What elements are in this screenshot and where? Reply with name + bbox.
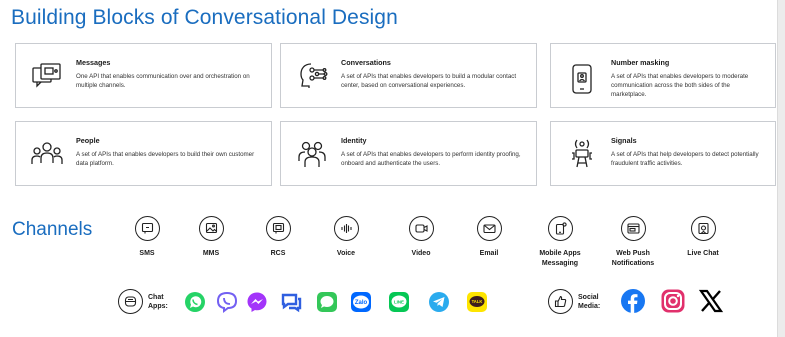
channel-video[interactable]: Video	[386, 216, 456, 259]
zalo-icon[interactable]: Zalo	[350, 291, 372, 313]
channel-voice[interactable]: Voice	[311, 216, 381, 259]
network-head-icon	[295, 59, 329, 93]
social-media-icon	[548, 289, 573, 314]
generic-chat-icon[interactable]	[280, 291, 302, 313]
web-push-icon	[620, 216, 646, 241]
channel-label: RCS	[270, 250, 286, 257]
social-media-label: Social Media:	[578, 294, 601, 310]
identity-group-icon	[295, 137, 329, 171]
imessage-icon[interactable]	[316, 291, 338, 313]
channel-mms[interactable]: MMS	[176, 216, 246, 259]
scrollbar[interactable]	[777, 0, 785, 337]
telegram-icon[interactable]	[428, 291, 450, 313]
voice-icon	[333, 216, 359, 241]
card-description: A set of APIs that help developers to de…	[611, 151, 759, 167]
messenger-icon[interactable]	[246, 291, 268, 313]
line-icon[interactable]: LINE	[388, 291, 410, 313]
line-logo-text: LINE	[394, 300, 404, 305]
kakaotalk-logo-text: TALK	[472, 299, 483, 304]
chat-window-icon	[30, 59, 64, 93]
card-heading: Conversations	[341, 58, 391, 67]
card-people[interactable]: People A set of APIs that enables develo…	[15, 121, 272, 186]
card-description: A set of APIs that enables developers to…	[341, 151, 521, 167]
channel-live-chat[interactable]: Live Chat	[668, 216, 738, 259]
channels-heading: Channels	[12, 219, 93, 240]
card-heading: People	[76, 136, 100, 145]
sms-icon	[134, 216, 160, 241]
channel-web-push[interactable]: Web Push Notifications	[598, 216, 668, 269]
mobile-apps-icon	[547, 216, 573, 241]
card-description: One API that enables communication over …	[76, 73, 250, 89]
card-heading: Identity	[341, 136, 367, 145]
card-description: A set of APIs that enables developers to…	[611, 73, 749, 98]
card-signals[interactable]: Signals A set of APIs that help develope…	[550, 121, 776, 186]
live-chat-icon	[690, 216, 716, 241]
channel-label: SMS	[139, 250, 155, 257]
whatsapp-icon[interactable]	[184, 291, 206, 313]
viber-icon[interactable]	[216, 291, 238, 313]
x-icon[interactable]	[698, 288, 724, 314]
card-number-masking[interactable]: Number masking A set of APIs that enable…	[550, 43, 776, 108]
card-description: A set of APIs that enables developers to…	[76, 151, 255, 167]
signal-tower-icon	[565, 137, 599, 171]
channel-email[interactable]: Email	[454, 216, 524, 259]
chat-apps-icon	[118, 289, 143, 314]
card-conversations[interactable]: Conversations A set of APIs that enables…	[280, 43, 537, 108]
phone-mask-icon	[565, 62, 599, 96]
rcs-icon	[265, 216, 291, 241]
mms-icon	[198, 216, 224, 241]
people-group-icon	[30, 137, 64, 171]
card-heading: Messages	[76, 58, 111, 67]
channel-rcs[interactable]: RCS	[243, 216, 313, 259]
channel-label: Web Push Notifications	[611, 250, 655, 267]
channel-label: Voice	[336, 250, 356, 257]
instagram-icon[interactable]	[660, 288, 686, 314]
chat-apps-label: Chat Apps:	[148, 294, 168, 310]
facebook-icon[interactable]	[620, 288, 646, 314]
channel-label: Live Chat	[687, 250, 719, 257]
card-description: A set of APIs that enables developers to…	[341, 73, 517, 89]
card-heading: Signals	[611, 136, 637, 145]
channel-label: Mobile Apps Messaging	[539, 250, 581, 267]
email-icon	[476, 216, 502, 241]
channel-mobile-apps[interactable]: Mobile Apps Messaging	[525, 216, 595, 269]
channel-label: MMS	[202, 250, 220, 257]
channel-sms[interactable]: SMS	[112, 216, 182, 259]
card-messages[interactable]: Messages One API that enables communicat…	[15, 43, 272, 108]
channel-label: Email	[479, 250, 499, 257]
kakaotalk-icon[interactable]: TALK	[466, 291, 488, 313]
page-title: Building Blocks of Conversational Design	[11, 6, 398, 29]
video-icon	[408, 216, 434, 241]
card-heading: Number masking	[611, 58, 670, 67]
card-identity[interactable]: Identity A set of APIs that enables deve…	[280, 121, 537, 186]
zalo-logo-text: Zalo	[355, 300, 368, 306]
channel-label: Video	[411, 250, 431, 257]
